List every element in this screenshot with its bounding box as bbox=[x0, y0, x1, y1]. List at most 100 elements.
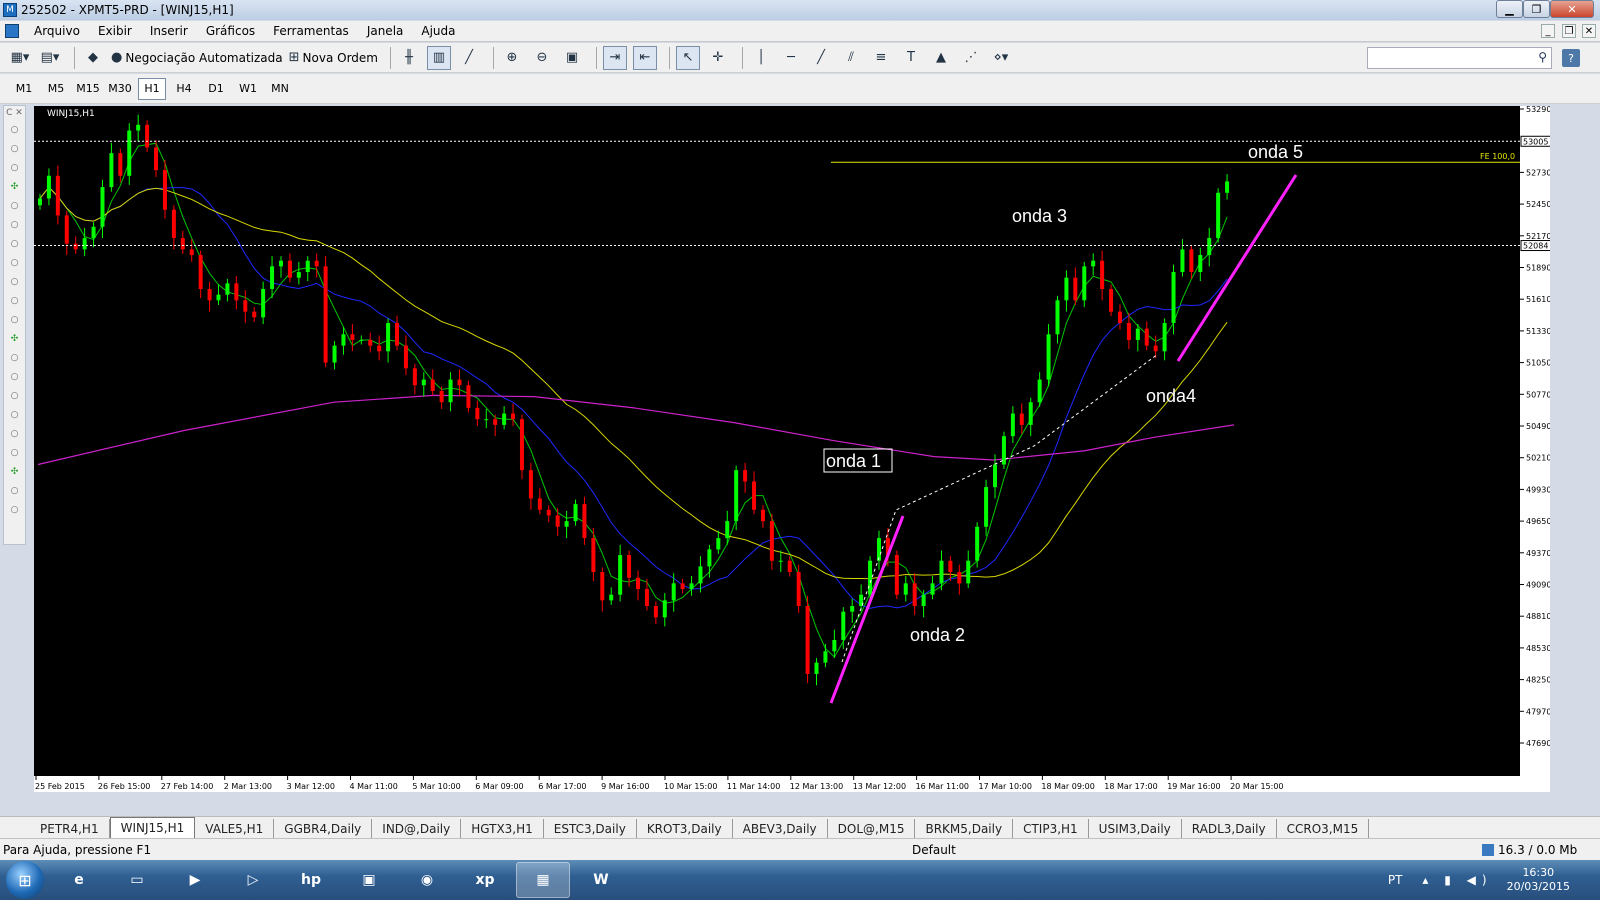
metatrader-icon[interactable]: ▦ bbox=[516, 862, 570, 898]
menu-ajuda[interactable]: Ajuda bbox=[412, 24, 464, 38]
mdi-minimize-icon[interactable]: _ bbox=[1541, 24, 1555, 38]
panel-close-icon[interactable]: C ✕ bbox=[4, 106, 25, 120]
navigator-item-icon[interactable]: ○ bbox=[4, 424, 25, 443]
menu-arquivo[interactable]: Arquivo bbox=[25, 24, 89, 38]
xp-icon[interactable]: xp bbox=[458, 862, 512, 898]
menu-exibir[interactable]: Exibir bbox=[89, 24, 141, 38]
navigator-item-icon[interactable]: ○ bbox=[4, 291, 25, 310]
menu-ferramentas[interactable]: Ferramentas bbox=[264, 24, 358, 38]
timeframe-mn[interactable]: MN bbox=[266, 78, 294, 100]
tab-krot3[interactable]: KROT3,Daily bbox=[637, 819, 733, 838]
menu-graficos[interactable]: Gráficos bbox=[197, 24, 264, 38]
navigator-item-icon[interactable]: ○ bbox=[4, 234, 25, 253]
clock[interactable]: 16:30 20/03/2015 bbox=[1507, 866, 1570, 894]
autoscroll-icon[interactable]: ⇥ bbox=[602, 45, 627, 70]
media-player-icon[interactable]: ▶ bbox=[168, 862, 222, 898]
timeframe-w1[interactable]: W1 bbox=[234, 78, 262, 100]
navigator-item-icon[interactable]: ○ bbox=[4, 215, 25, 234]
equidistant-channel-icon[interactable]: ⫽ bbox=[839, 46, 863, 70]
explorer-icon[interactable]: ▭ bbox=[110, 862, 164, 898]
navigator-item-icon[interactable]: ○ bbox=[4, 500, 25, 519]
fibonacci-icon[interactable]: ≡ bbox=[869, 46, 893, 70]
maximize-button[interactable]: ❐ bbox=[1523, 0, 1550, 18]
help-icon[interactable]: ? bbox=[1562, 49, 1580, 67]
chrome-icon[interactable]: ◉ bbox=[400, 862, 454, 898]
document-icon[interactable] bbox=[5, 24, 19, 38]
minimize-button[interactable]: ▁ bbox=[1496, 0, 1523, 18]
close-button[interactable]: ✕ bbox=[1550, 0, 1594, 18]
language-indicator[interactable]: PT bbox=[1388, 873, 1403, 887]
navigator-item-icon[interactable]: ○ bbox=[4, 367, 25, 386]
mdi-restore-icon[interactable]: ❐ bbox=[1562, 24, 1576, 38]
navigator-item-icon[interactable]: ✣ bbox=[4, 462, 25, 481]
expert-icon[interactable]: ◆ bbox=[81, 46, 105, 70]
tray-icons[interactable]: ▴ ▮ ◀) bbox=[1422, 873, 1492, 887]
tab-hgtx3[interactable]: HGTX3,H1 bbox=[461, 819, 544, 838]
timeframe-d1[interactable]: D1 bbox=[202, 78, 230, 100]
bar-chart-icon[interactable]: ╫ bbox=[397, 46, 421, 70]
menu-inserir[interactable]: Inserir bbox=[141, 24, 197, 38]
crosshair-icon[interactable]: ✛ bbox=[706, 46, 730, 70]
navigator-item-icon[interactable]: ○ bbox=[4, 120, 25, 139]
timeframe-h4[interactable]: H4 bbox=[170, 78, 198, 100]
tab-estc3[interactable]: ESTC3,Daily bbox=[544, 819, 637, 838]
tab-winj15[interactable]: WINJ15,H1 bbox=[109, 817, 196, 838]
ie-icon[interactable]: e bbox=[52, 862, 106, 898]
cursor-icon[interactable]: ↖ bbox=[675, 45, 700, 70]
navigator-item-icon[interactable]: ○ bbox=[4, 386, 25, 405]
tab-ggbr4[interactable]: GGBR4,Daily bbox=[274, 819, 373, 838]
navigator-item-icon[interactable]: ○ bbox=[4, 443, 25, 462]
start-button[interactable]: ⊞ bbox=[6, 861, 44, 899]
chart-shift-icon[interactable]: ⇤ bbox=[632, 45, 657, 70]
timeframe-m5[interactable]: M5 bbox=[42, 78, 70, 100]
candlestick-icon[interactable]: ▥ bbox=[426, 45, 451, 70]
horizontal-line-icon[interactable]: ─ bbox=[779, 46, 803, 70]
navigator-item-icon[interactable]: ○ bbox=[4, 272, 25, 291]
shapes-icon[interactable]: ⋄▾ bbox=[989, 46, 1013, 70]
tab-abev3[interactable]: ABEV3,Daily bbox=[733, 819, 828, 838]
search-icon[interactable]: ⚲ bbox=[1538, 50, 1547, 64]
trendline-icon[interactable]: ╱ bbox=[809, 46, 833, 70]
new-order-button[interactable]: ⊞ Nova Ordem bbox=[289, 46, 378, 70]
new-chart-icon[interactable]: ▦▾ bbox=[8, 46, 32, 70]
navigator-item-icon[interactable]: ○ bbox=[4, 405, 25, 424]
menu-janela[interactable]: Janela bbox=[358, 24, 413, 38]
vertical-line-icon[interactable]: │ bbox=[749, 46, 773, 70]
tab-ctip3[interactable]: CTIP3,H1 bbox=[1013, 819, 1089, 838]
navigator-item-icon[interactable]: ○ bbox=[4, 158, 25, 177]
navigator-item-icon[interactable]: ○ bbox=[4, 139, 25, 158]
navigator-item-icon[interactable]: ○ bbox=[4, 481, 25, 500]
timeframe-m30[interactable]: M30 bbox=[106, 78, 134, 100]
navigator-item-icon[interactable]: ○ bbox=[4, 196, 25, 215]
status-network[interactable]: 16.3 / 0.0 Mb bbox=[1482, 843, 1577, 857]
search-input[interactable]: ⚲ bbox=[1367, 47, 1552, 69]
navigator-item-icon[interactable]: ✣ bbox=[4, 177, 25, 196]
tab-vale5[interactable]: VALE5,H1 bbox=[195, 819, 275, 838]
navigator-item-icon[interactable]: ✣ bbox=[4, 329, 25, 348]
label-icon[interactable]: ▲ bbox=[929, 46, 953, 70]
tab-brkm5[interactable]: BRKM5,Daily bbox=[915, 819, 1014, 838]
tile-windows-icon[interactable]: ▣ bbox=[560, 46, 584, 70]
timeframe-m1[interactable]: M1 bbox=[10, 78, 38, 100]
auto-trading-button[interactable]: ● Negociação Automatizada bbox=[111, 46, 283, 70]
timeframe-m15[interactable]: M15 bbox=[74, 78, 102, 100]
tab-usim3[interactable]: USIM3,Daily bbox=[1089, 819, 1182, 838]
fibonacci-fan-icon[interactable]: ⋰ bbox=[959, 46, 983, 70]
tab-dol[interactable]: DOL@,M15 bbox=[828, 819, 916, 838]
word-icon[interactable]: W bbox=[574, 862, 628, 898]
app-icon[interactable]: ▷ bbox=[226, 862, 280, 898]
navigator-item-icon[interactable]: ○ bbox=[4, 310, 25, 329]
navigator-item-icon[interactable]: ○ bbox=[4, 348, 25, 367]
app-icon[interactable]: ▣ bbox=[342, 862, 396, 898]
tab-radl3[interactable]: RADL3,Daily bbox=[1182, 819, 1277, 838]
mdi-close-icon[interactable]: ✕ bbox=[1582, 24, 1596, 38]
chart-canvas[interactable] bbox=[34, 106, 1520, 776]
hp-icon[interactable]: hp bbox=[284, 862, 338, 898]
line-chart-icon[interactable]: ╱ bbox=[457, 46, 481, 70]
text-icon[interactable]: T bbox=[899, 46, 923, 70]
timeframe-h1[interactable]: H1 bbox=[138, 77, 166, 100]
zoom-in-icon[interactable]: ⊕ bbox=[500, 46, 524, 70]
price-chart[interactable]: WINJ15,H1 53005 52084 FE 100,0 53290 52730 5… bbox=[34, 106, 1550, 792]
zoom-out-icon[interactable]: ⊖ bbox=[530, 46, 554, 70]
tab-petr4[interactable]: PETR4,H1 bbox=[30, 819, 110, 838]
